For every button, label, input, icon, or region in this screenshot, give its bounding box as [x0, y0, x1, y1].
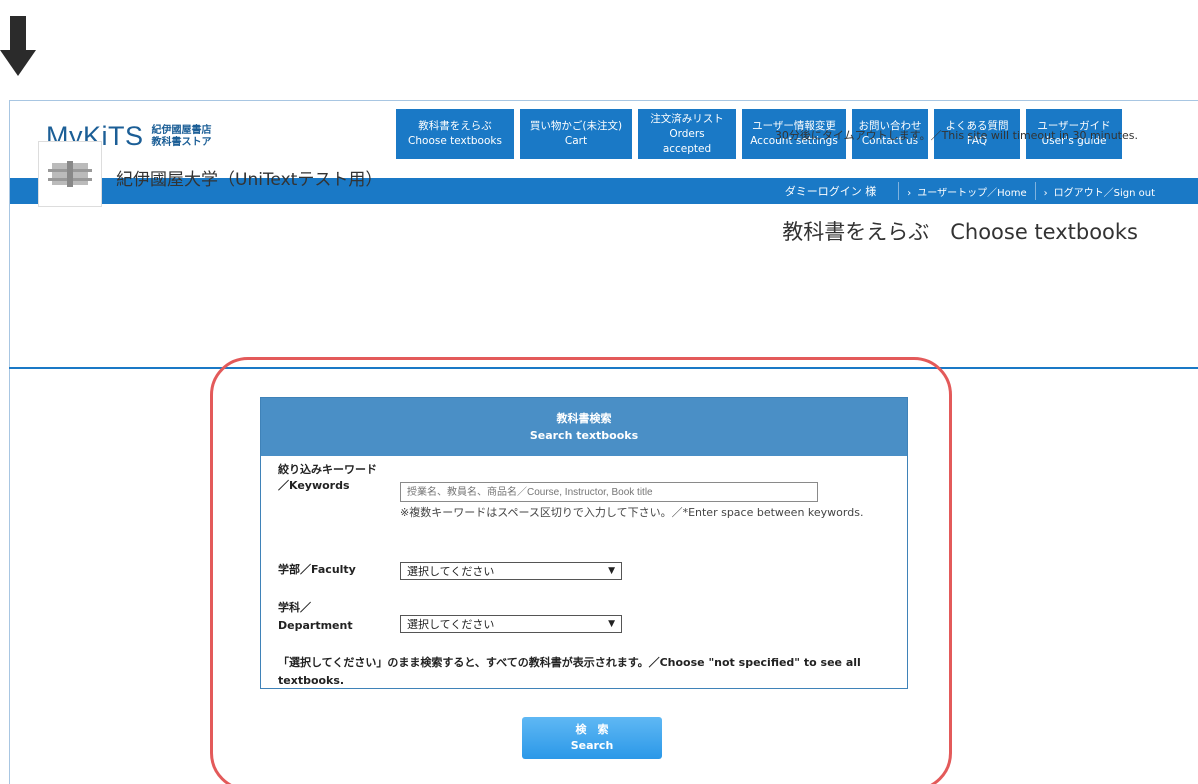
search-button-label-jp: 検 索	[575, 723, 609, 736]
department-selected-value: 選択してください	[407, 618, 495, 631]
search-panel-header: 教科書検索 Search textbooks	[261, 398, 907, 456]
chevron-down-icon: ▼	[608, 619, 615, 629]
nav-label-en: Cart	[564, 135, 588, 147]
department-label: 学科／ Department	[278, 600, 353, 634]
keywords-label: 絞り込みキーワード ／Keywords	[278, 462, 377, 494]
user-name: ダミーログイン 様	[784, 185, 877, 198]
logo-subtitle: 紀伊國屋書店 教科書ストア	[152, 125, 212, 149]
panel-title-en: Search textbooks	[529, 429, 639, 442]
department-label-en: Department	[278, 619, 353, 632]
timeout-notice: 30分後にタイムアウトします。／This site will timeout i…	[774, 129, 1138, 142]
signout-link[interactable]: ログアウト／Sign out	[1044, 184, 1155, 199]
school-name: 紀伊國屋大学（UniTextテスト用）	[116, 170, 383, 190]
faculty-selected-value: 選択してください	[407, 565, 495, 578]
search-button-label-en: Search	[570, 739, 614, 752]
logo-sub-line1: 紀伊國屋書店	[151, 124, 212, 136]
school-building-icon	[38, 141, 102, 207]
panel-title-jp: 教科書検索	[556, 412, 612, 425]
nav-label-jp: 注文済みリスト	[650, 112, 724, 125]
search-panel: 教科書検索 Search textbooks	[260, 397, 908, 689]
page-title: 教科書をえらぶ Choose textbooks	[782, 220, 1138, 244]
nav-label-en: Orders accepted	[662, 127, 712, 155]
chevron-down-icon: ▼	[608, 566, 615, 576]
faculty-label-text: 学部／Faculty	[278, 563, 356, 576]
search-note: 「選択してください」のまま検索すると、すべての教科書が表示されます。／Choos…	[278, 656, 861, 687]
keywords-label-jp: 絞り込みキーワード	[278, 463, 377, 476]
home-link[interactable]: ユーザートップ／Home	[907, 184, 1026, 199]
keywords-label-en: ／Keywords	[278, 479, 350, 492]
keywords-input[interactable]	[400, 482, 818, 502]
logo-sub-line2: 教科書ストア	[151, 136, 212, 148]
nav-label-en: Choose textbooks	[408, 135, 502, 147]
divider	[1034, 182, 1036, 200]
department-select[interactable]: 選択してください ▼	[400, 615, 622, 633]
down-arrow-icon	[0, 16, 40, 80]
nav-label-jp: 買い物かご(未注文)	[529, 120, 623, 132]
section-divider	[9, 367, 1198, 369]
nav-label-jp: 教科書をえらぶ	[418, 120, 492, 132]
nav-cart[interactable]: 買い物かご(未注文) Cart	[520, 109, 632, 159]
nav-choose-textbooks[interactable]: 教科書をえらぶ Choose textbooks	[396, 109, 514, 159]
divider	[898, 182, 900, 200]
nav-orders-accepted[interactable]: 注文済みリスト Orders accepted	[638, 109, 736, 159]
faculty-label: 学部／Faculty	[278, 562, 356, 578]
keywords-hint: ※複数キーワードはスペース区切りで入力して下さい。／*Enter space b…	[400, 506, 864, 519]
department-label-jp: 学科／	[278, 601, 311, 614]
faculty-select[interactable]: 選択してください ▼	[400, 562, 622, 580]
search-button[interactable]: 検 索 Search	[522, 717, 662, 759]
